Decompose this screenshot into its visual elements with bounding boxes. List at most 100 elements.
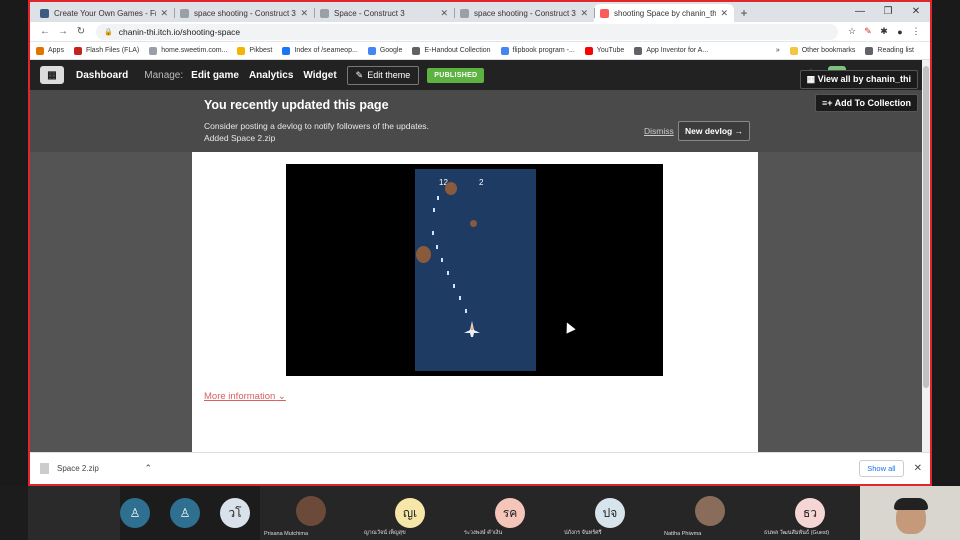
- google-icon: [500, 46, 509, 55]
- bookmark-label: E-Handout Collection: [424, 47, 491, 54]
- chevron-down-icon: ⌄: [277, 391, 286, 402]
- add-list-icon: ≡+: [821, 98, 835, 108]
- close-icon[interactable]: ✕: [440, 8, 448, 19]
- bookmark-app-inventor[interactable]: App Inventor for A...: [634, 46, 708, 55]
- participant-name: ธนพล วัฒนสัมพันธ์ (Guest): [764, 530, 830, 536]
- notice-text: Consider posting a devlog to notify foll…: [204, 120, 429, 144]
- bookmark-icon: [634, 46, 643, 55]
- bookmark-pikbest[interactable]: Pikbest: [237, 46, 273, 55]
- maximize-button[interactable]: ❐: [874, 2, 902, 20]
- dashboard-link[interactable]: Dashboard: [76, 70, 128, 81]
- bookmark-sweetim[interactable]: home.sweetim.com...: [149, 46, 227, 55]
- participant-tile[interactable]: ธว ธนพล วัฒนสัมพันธ์ (Guest): [760, 486, 860, 540]
- more-information-label: More information: [204, 391, 276, 402]
- analytics-link[interactable]: Analytics: [249, 70, 293, 81]
- bullet: [453, 284, 455, 288]
- asteroid: [445, 182, 457, 195]
- close-window-button[interactable]: ✕: [902, 2, 930, 20]
- bookmark-label: Pikbest: [249, 47, 273, 54]
- game-canvas[interactable]: 12 2: [415, 169, 536, 371]
- participant-name: Prisana Mutchima: [264, 531, 309, 537]
- tab-favicon: [40, 8, 49, 18]
- dismiss-link[interactable]: Dismiss: [644, 126, 674, 136]
- show-all-button[interactable]: Show all: [859, 460, 904, 477]
- bookmark-label: flipbook program -...: [512, 47, 575, 54]
- view-all-button[interactable]: ▦ View all by chanin_thi: [799, 70, 918, 89]
- tab-space-shooting-2[interactable]: space shooting - Construct 3 ✕: [454, 4, 594, 22]
- participant-initials: ญเ: [395, 498, 425, 528]
- page-content: 12 2 More information ⌄: [30, 152, 930, 452]
- participant-tile[interactable]: ปจ ปภังกร จันทร์ศรี: [560, 486, 660, 540]
- tab-space[interactable]: Space - Construct 3 ✕: [314, 4, 454, 22]
- participant-name: Nattha Phiwma: [664, 531, 702, 537]
- add-to-collection-button[interactable]: ≡+ Add To Collection: [814, 94, 918, 112]
- itch-logo-icon[interactable]: ▦: [40, 66, 64, 84]
- minimize-button[interactable]: —: [846, 2, 874, 20]
- screen: Create Your Own Games - Free T ✕ space s…: [0, 0, 960, 540]
- tab-create-games[interactable]: Create Your Own Games - Free T ✕: [34, 4, 174, 22]
- profile-icon[interactable]: ●: [892, 27, 908, 37]
- edit-theme-label: Edit theme: [367, 70, 411, 80]
- bookmarks-more[interactable]: »: [776, 47, 780, 55]
- bookmark-flash-files[interactable]: Flash Files (FLA): [73, 46, 139, 55]
- tab-title: space shooting - Construct 3: [474, 8, 576, 18]
- tab-space-shooting-1[interactable]: space shooting - Construct 3 ✕: [174, 4, 314, 22]
- notice-line-2: Added Space 2.zip: [204, 133, 276, 143]
- menu-icon[interactable]: ⋮: [908, 26, 924, 37]
- tab-favicon: [460, 8, 469, 18]
- bookmark-index[interactable]: Index of /seameop...: [282, 46, 358, 55]
- bullet: [432, 231, 434, 235]
- reading-list-icon: [865, 46, 874, 55]
- asteroid: [470, 220, 477, 227]
- participant-tile[interactable]: รค ระวงพงษ์ คำเงิน: [460, 486, 560, 540]
- participant-tile[interactable]: Prisana Mutchima: [260, 486, 360, 540]
- content-column: 12 2 More information ⌄: [192, 152, 758, 452]
- puzzle-icon[interactable]: ✱: [876, 26, 892, 37]
- close-icon[interactable]: ✕: [580, 8, 588, 19]
- new-devlog-button[interactable]: New devlog →: [678, 121, 751, 141]
- scrollbar-thumb[interactable]: [923, 66, 929, 388]
- youtube-icon: [584, 46, 593, 55]
- close-icon[interactable]: ✕: [160, 8, 168, 19]
- close-icon[interactable]: ✕: [914, 463, 922, 474]
- notice-title: You recently updated this page: [204, 98, 389, 112]
- edit-theme-button[interactable]: ✎ Edit theme: [346, 65, 420, 85]
- notice-line-1: Consider posting a devlog to notify foll…: [204, 121, 429, 131]
- bookmark-flipbook[interactable]: flipbook program -...: [500, 46, 575, 55]
- bookmark-ehandout[interactable]: E-Handout Collection: [412, 46, 491, 55]
- user-icon: ♙: [170, 498, 200, 528]
- chevron-up-icon[interactable]: ⌃: [144, 463, 152, 474]
- participant-tile[interactable]: ญเ ญาณวัจน์ เพ็ญสุข: [360, 486, 460, 540]
- new-tab-button[interactable]: +: [734, 4, 754, 22]
- reading-list[interactable]: Reading list: [865, 46, 914, 55]
- close-icon[interactable]: ✕: [720, 8, 728, 19]
- bookmark-icon: [282, 46, 291, 55]
- bookmark-apps[interactable]: Apps: [36, 46, 64, 55]
- participant-initials: ธว: [795, 498, 825, 528]
- back-icon[interactable]: ←: [36, 26, 54, 37]
- bookmark-youtube[interactable]: YouTube: [584, 46, 625, 55]
- participant-tile[interactable]: Nattha Phiwma: [660, 486, 760, 540]
- star-icon[interactable]: ☆: [844, 26, 860, 37]
- lock-icon: 🔒: [104, 28, 113, 36]
- bullet: [459, 296, 461, 300]
- forward-icon[interactable]: →: [54, 26, 72, 37]
- view-all-label: View all by chanin_thi: [817, 74, 911, 84]
- more-information-link[interactable]: More information ⌄: [204, 391, 286, 402]
- tab-shooting-space[interactable]: shooting Space by chanin_thi ✕: [594, 4, 734, 22]
- bookmark-google[interactable]: Google: [367, 46, 402, 55]
- bookmark-label: YouTube: [596, 47, 625, 54]
- reload-icon[interactable]: ↻: [72, 26, 90, 37]
- close-icon[interactable]: ✕: [300, 8, 308, 19]
- participant-tile[interactable]: วโ: [204, 486, 260, 540]
- url-text: chanin-thi.itch.io/shooting-space: [118, 26, 241, 37]
- pen-extension-icon[interactable]: ✎: [860, 26, 876, 37]
- page-scrollbar[interactable]: [922, 60, 930, 452]
- edit-game-link[interactable]: Edit game: [191, 70, 239, 81]
- other-bookmarks[interactable]: Other bookmarks: [789, 46, 855, 55]
- game-frame[interactable]: 12 2: [286, 164, 663, 376]
- widget-link[interactable]: Widget: [303, 70, 336, 81]
- download-item[interactable]: Space 2.zip ⌃: [40, 463, 152, 474]
- url-field[interactable]: 🔒 chanin-thi.itch.io/shooting-space: [96, 23, 838, 40]
- self-camera-view[interactable]: [860, 486, 960, 540]
